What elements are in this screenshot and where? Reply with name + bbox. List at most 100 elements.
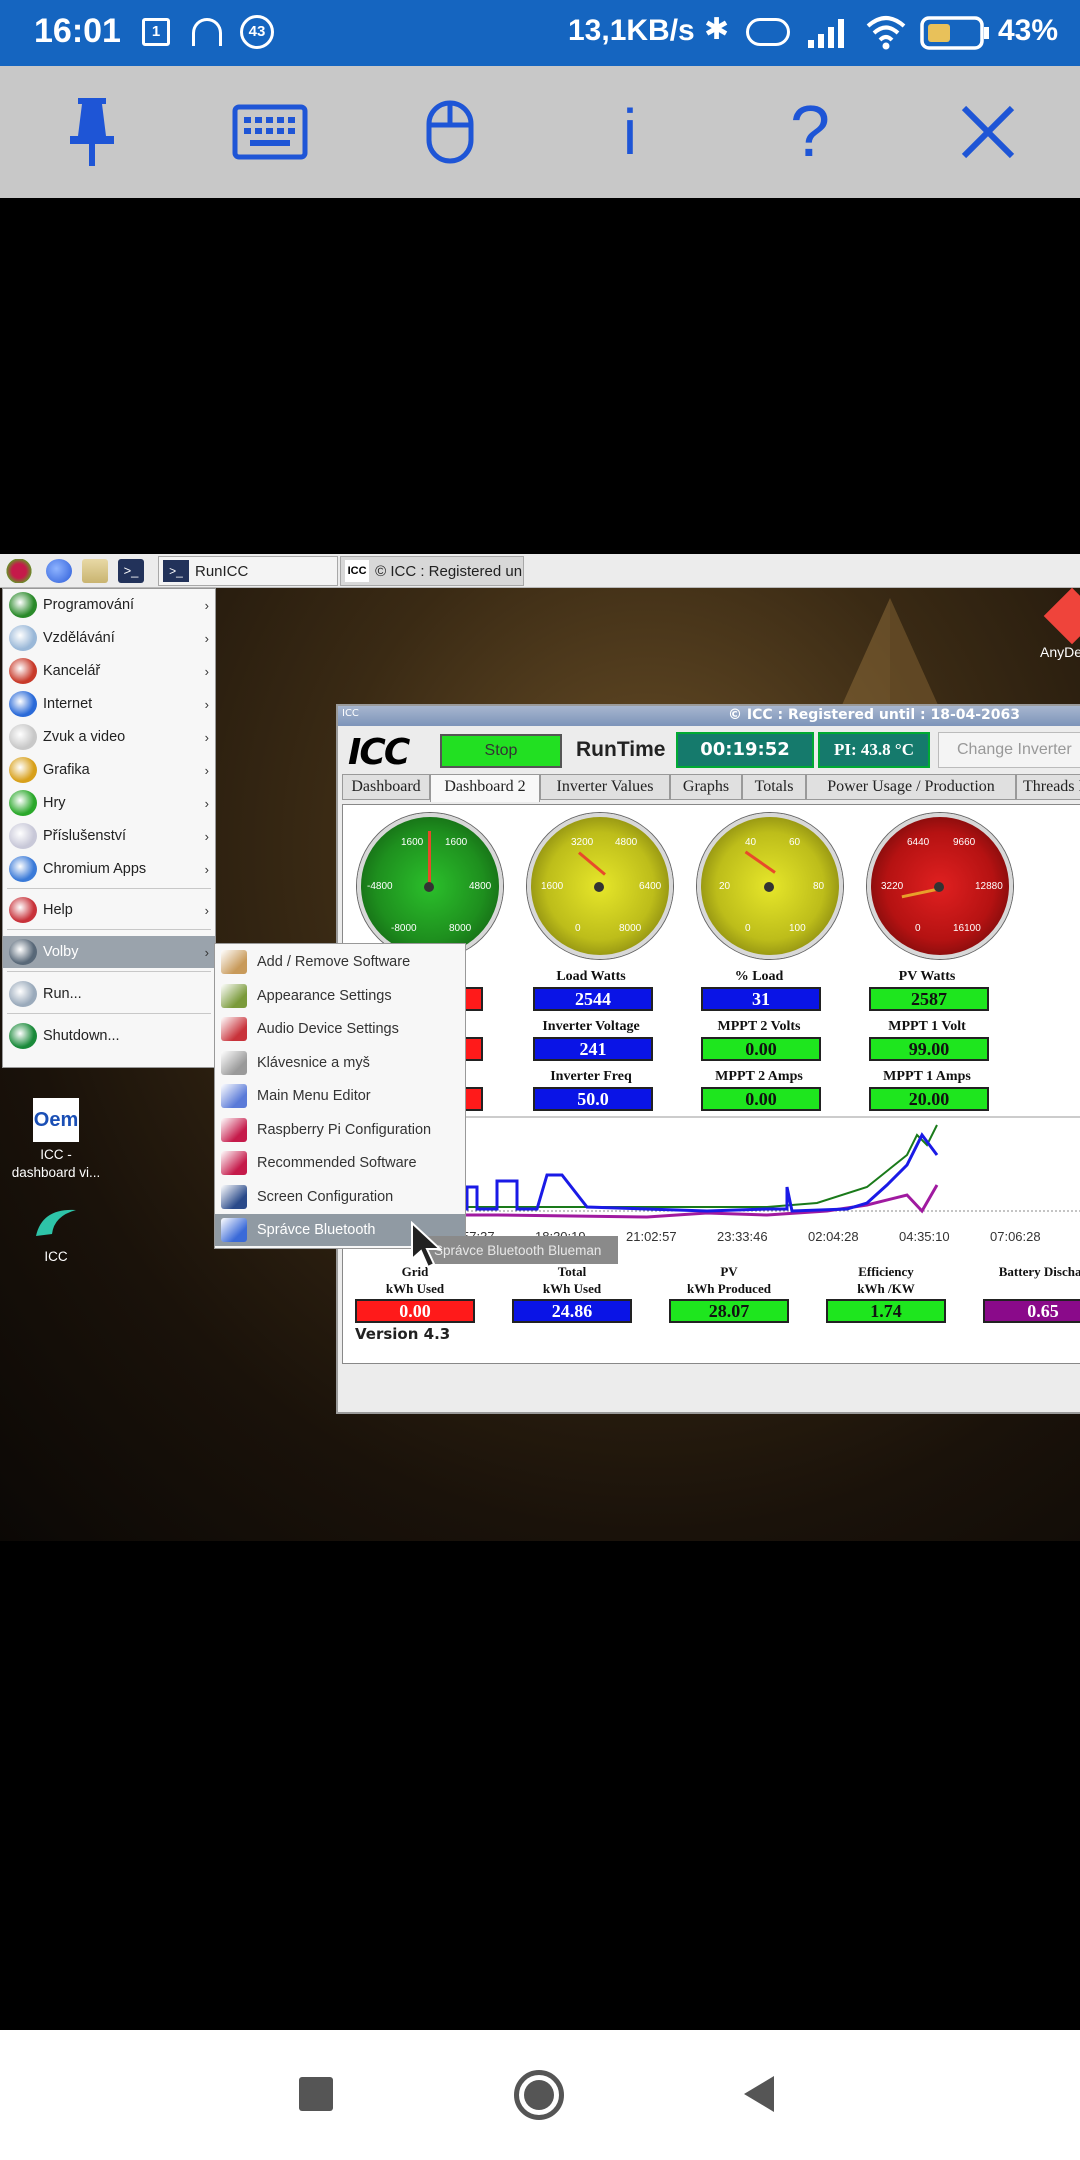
screen-configuration-icon	[221, 1184, 247, 1209]
task-icc[interactable]: ICC © ICC : Registered un...	[340, 556, 524, 586]
value-label: PV Watts	[898, 969, 956, 984]
raspberry-pi-configuration-icon	[221, 1117, 247, 1142]
menu-item-programovani[interactable]: Programování ›	[3, 589, 215, 621]
tab-dashboard-2[interactable]: Dashboard 2	[430, 774, 540, 802]
tab-graphs[interactable]: Graphs	[670, 774, 742, 800]
menu-item-shutdown[interactable]: Shutdown...	[3, 1020, 215, 1052]
chart-time-tick: 04:35:10	[899, 1229, 950, 1244]
tab-dashboard[interactable]: Dashboard	[342, 774, 430, 800]
menu-item-help[interactable]: Help ›	[3, 894, 215, 926]
tab-inverter-values[interactable]: Inverter Values	[540, 774, 670, 800]
menu-item-hry[interactable]: Hry ›	[3, 787, 215, 819]
gauge-needle	[428, 831, 431, 887]
submenu-arrow-icon: ›	[204, 597, 209, 613]
submenu-item-screen-configuration[interactable]: Screen Configuration	[215, 1181, 465, 1213]
submenu-item-appearance-settings[interactable]: Appearance Settings	[215, 980, 465, 1012]
submenu-arrow-icon: ›	[204, 729, 209, 745]
icc-titlebar[interactable]: ICC © ICC : Registered until : 18-04-206…	[338, 706, 1080, 726]
menu-item-icon	[9, 724, 37, 750]
menu-item-zvuk-a-video[interactable]: Zvuk a video ›	[3, 721, 215, 753]
menu-item-icon	[9, 691, 37, 717]
gauge-needle	[577, 851, 606, 876]
gauge-tick: 8000	[619, 923, 642, 934]
headphones-icon	[192, 18, 222, 46]
help-button[interactable]: ?	[740, 66, 880, 198]
pin-button[interactable]	[22, 66, 162, 198]
submenu-item-add-remove-software[interactable]: Add / Remove Software	[215, 946, 465, 978]
terminal-icon: >_	[163, 560, 189, 582]
menu-item-label: Příslušenství	[43, 828, 126, 844]
close-button[interactable]	[918, 66, 1058, 198]
main-menu-editor-icon	[221, 1084, 247, 1108]
browser-icon[interactable]	[46, 559, 72, 583]
menu-item-chromium-apps[interactable]: Chromium Apps ›	[3, 853, 215, 885]
close-icon	[961, 105, 1015, 159]
desktop-icon-icc[interactable]: ICC	[0, 1202, 116, 1266]
keyboard-button[interactable]	[200, 66, 340, 198]
desktop-icon-icc-dashboard[interactable]: Oem ICC - dashboard vi...	[0, 1098, 116, 1182]
raspberry-menu-icon[interactable]	[6, 559, 32, 583]
remote-desktop[interactable]: >_ >_ RunICC ICC © ICC : Registered un..…	[0, 554, 1080, 1541]
gauge-tick: -4800	[367, 881, 393, 892]
submenu-item-raspberry-pi-configuration[interactable]: Raspberry Pi Configuration	[215, 1114, 465, 1146]
submenu-item-label: Audio Device Settings	[257, 1021, 399, 1037]
submenu-item-klavesnice-a-mys[interactable]: Klávesnice a myš	[215, 1047, 465, 1079]
menu-item-icon	[9, 592, 37, 618]
menu-item-kancelar[interactable]: Kancelář ›	[3, 655, 215, 687]
menu-item-internet[interactable]: Internet ›	[3, 688, 215, 720]
menu-item-vzdelavani[interactable]: Vzdělávání ›	[3, 622, 215, 654]
tooltip: Správce Bluetooth Blueman	[426, 1236, 618, 1264]
mouse-cursor-icon	[411, 1221, 443, 1269]
home-button[interactable]	[514, 2070, 564, 2120]
chart-time-tick: 07:06:28	[990, 1229, 1041, 1244]
menu-item-label: Grafika	[43, 762, 90, 778]
tab-totals[interactable]: Totals	[742, 774, 806, 800]
task-runicc[interactable]: >_ RunICC	[158, 556, 338, 586]
menu-item-icon	[9, 823, 37, 849]
gauge-load-percent: 40 60 20 80 0 100	[697, 813, 843, 959]
submenu-item-recommended-software[interactable]: Recommended Software	[215, 1147, 465, 1179]
value-box: 31	[701, 987, 821, 1011]
gauge-tick: 60	[789, 837, 801, 848]
mouse-button[interactable]	[380, 66, 520, 198]
value-box: 0.00	[701, 1087, 821, 1111]
gauge-tick: 12880	[975, 881, 1003, 892]
help-icon: ?	[789, 92, 831, 172]
menu-item-prislusenstvi[interactable]: Příslušenství ›	[3, 820, 215, 852]
submenu-item-label: Add / Remove Software	[257, 954, 411, 970]
home-icon	[524, 2080, 554, 2110]
submenu-item-main-menu-editor[interactable]: Main Menu Editor	[215, 1080, 465, 1112]
change-inverter-button[interactable]: Change Inverter	[938, 732, 1080, 768]
icc-logo: ICC	[348, 732, 410, 773]
window-corner-label: ICC	[342, 708, 359, 719]
menu-item-icon	[9, 939, 37, 965]
tab-power-usage[interactable]: Power Usage / Production	[806, 774, 1016, 800]
terminal-icon[interactable]: >_	[118, 559, 144, 583]
menu-item-volby[interactable]: Volby ›	[3, 936, 215, 968]
menu-item-run[interactable]: Run...	[3, 978, 215, 1010]
recents-button[interactable]	[299, 2077, 333, 2111]
value-box: 2587	[869, 987, 989, 1011]
info-button[interactable]: i	[560, 66, 700, 198]
file-manager-icon[interactable]	[82, 559, 108, 583]
gauge-tick: 1600	[541, 881, 564, 892]
gauge-tick: -8000	[391, 923, 417, 934]
submenu-item-audio-device-settings[interactable]: Audio Device Settings	[215, 1013, 465, 1045]
gauge-pivot	[594, 882, 604, 892]
status-time: 16:01	[34, 12, 121, 50]
stop-button[interactable]: Stop	[440, 734, 562, 768]
menu-separator	[7, 888, 211, 889]
desktop-icon-label: ICC - dashboard vi...	[11, 1147, 101, 1180]
menu-item-label: Internet	[43, 696, 93, 712]
menu-item-label: Help	[43, 902, 73, 918]
submenu-arrow-icon: ›	[204, 663, 209, 679]
submenu-arrow-icon: ›	[204, 696, 209, 712]
chart-time-tick: 23:33:46	[717, 1229, 768, 1244]
menu-item-icon	[9, 625, 37, 651]
gauge-pv-watts: 6440 9660 3220 12880 0 16100	[867, 813, 1013, 959]
back-button[interactable]	[742, 2074, 776, 2114]
menu-item-grafika[interactable]: Grafika ›	[3, 754, 215, 786]
tab-threads[interactable]: Threads I	[1016, 774, 1080, 800]
notification-badge: 43	[240, 15, 274, 49]
gauge-tick: 1600	[445, 837, 468, 848]
